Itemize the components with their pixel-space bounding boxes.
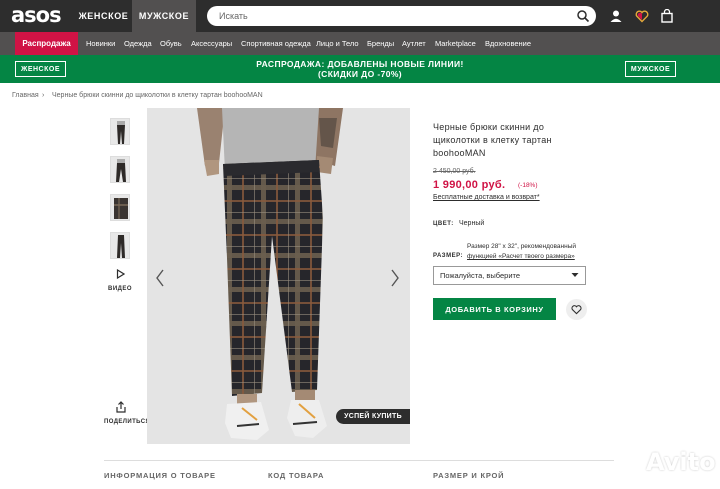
breadcrumb-current: Черные брюки скинни до щиколотки в клетк…	[52, 92, 263, 99]
fit-assistant-link[interactable]: функцией «Расчет твоего размера»	[467, 252, 597, 262]
thumbnail-4[interactable]	[110, 232, 130, 259]
nav-item-brands[interactable]: Бренды	[367, 32, 394, 55]
product-code-heading: КОД ТОВАРА	[268, 471, 325, 480]
saved-items-icon[interactable]	[635, 9, 649, 23]
account-icon[interactable]	[609, 9, 623, 23]
thumbnail-2[interactable]	[110, 156, 130, 183]
thumbnail-2-image	[116, 159, 126, 182]
tab-women[interactable]: ЖЕНСКОЕ	[76, 0, 131, 32]
chevron-down-icon	[571, 273, 579, 277]
video-label[interactable]: ВИДЕО	[108, 286, 132, 292]
size-select-value: Пожалуйста, выберите	[440, 271, 521, 280]
promo-line-2: (СКИДКИ ДО -70%)	[317, 69, 403, 79]
top-bar: asos ЖЕНСКОЕ МУЖСКОЕ	[0, 0, 720, 32]
color-value: Черный	[459, 220, 485, 227]
thumbnail-1-image	[117, 121, 125, 144]
thumbnail-3-image	[114, 198, 128, 219]
nav-item-marketplace[interactable]: Marketplace	[435, 32, 476, 55]
size-fit-heading[interactable]: РАЗМЕР И КРОЙ	[433, 471, 504, 480]
size-select[interactable]: Пожалуйста, выберите	[433, 266, 586, 285]
tab-men[interactable]: МУЖСКОЕ	[132, 0, 196, 32]
promo-banner: ЖЕНСКОЕ РАСПРОДАЖА: ДОБАВЛЕНЫ НОВЫЕ ЛИНИ…	[0, 55, 720, 83]
nav-item-outlet[interactable]: Аутлет	[402, 32, 426, 55]
section-divider	[104, 460, 614, 461]
promo-women-button[interactable]: ЖЕНСКОЕ	[15, 61, 66, 77]
hurry-badge: УСПЕЙ КУПИТЬ	[336, 409, 410, 424]
product-details-heading[interactable]: ИНФОРМАЦИЯ О ТОВАРЕ	[104, 471, 216, 480]
nav-item-sale[interactable]: Распродажа	[15, 32, 78, 55]
breadcrumb-home[interactable]: Главная	[12, 92, 39, 99]
search-box	[207, 6, 596, 26]
share-icon[interactable]	[115, 401, 127, 413]
watermark: Avito	[614, 444, 716, 484]
product-title: Черные брюки скинни до щиколотки в клетк…	[433, 122, 552, 158]
nav-item-face-body[interactable]: Лицо и Тело	[316, 32, 359, 55]
nav-item-sportswear[interactable]: Спортивная одежда	[241, 32, 311, 55]
asos-logo[interactable]: asos	[11, 3, 62, 27]
add-to-cart-button[interactable]: ДОБАВИТЬ В КОРЗИНУ	[433, 298, 556, 320]
current-price: 1 990,00 руб.	[433, 179, 506, 191]
bag-icon[interactable]	[660, 9, 674, 23]
promo-line-1: РАСПРОДАЖА: ДОБАВЛЕНЫ НОВЫЕ ЛИНИИ!	[256, 59, 464, 69]
size-label: РАЗМЕР:	[433, 253, 463, 259]
fit-assistant-link-text[interactable]: функцией «Расчет твоего размера»	[467, 253, 575, 260]
nav-item-clothing[interactable]: Одежда	[124, 32, 152, 55]
watermark-text: Avito	[646, 448, 716, 476]
discount-badge: (-18%)	[518, 182, 538, 189]
old-price: 2 450,00 руб.	[433, 168, 476, 175]
search-input[interactable]	[219, 9, 559, 23]
promo-men-button[interactable]: МУЖСКОЕ	[625, 61, 676, 77]
share-label[interactable]: ПОДЕЛИТЬСЯ	[104, 418, 150, 427]
thumbnail-1[interactable]	[110, 118, 130, 145]
breadcrumb-separator: ›	[42, 92, 45, 99]
nav-item-accessories[interactable]: Аксессуары	[191, 32, 232, 55]
size-recommendation-line-1: Размер 28" x 32", рекомендованный	[467, 243, 577, 250]
product-photo	[197, 108, 343, 440]
heart-icon	[571, 305, 582, 315]
category-nav: Распродажа Новинки Одежда Обувь Аксессуа…	[0, 32, 720, 55]
size-recommendation: Размер 28" x 32", рекомендованный функци…	[467, 242, 597, 262]
thumbnail-3[interactable]	[110, 194, 130, 221]
product-main-image	[147, 108, 410, 444]
save-item-button[interactable]	[566, 299, 587, 320]
nav-item-new[interactable]: Новинки	[86, 32, 115, 55]
nav-item-inspiration[interactable]: Вдохновение	[485, 32, 531, 55]
free-delivery-link[interactable]: Бесплатные доставка и возврат*	[433, 194, 540, 201]
color-label: ЦВЕТ:	[433, 221, 454, 227]
prev-image-arrow-icon[interactable]	[154, 268, 166, 288]
play-icon[interactable]	[116, 269, 125, 279]
nav-item-shoes[interactable]: Обувь	[160, 32, 182, 55]
next-image-arrow-icon[interactable]	[389, 268, 401, 288]
search-icon[interactable]	[576, 9, 590, 23]
thumbnail-4-image	[117, 235, 125, 258]
